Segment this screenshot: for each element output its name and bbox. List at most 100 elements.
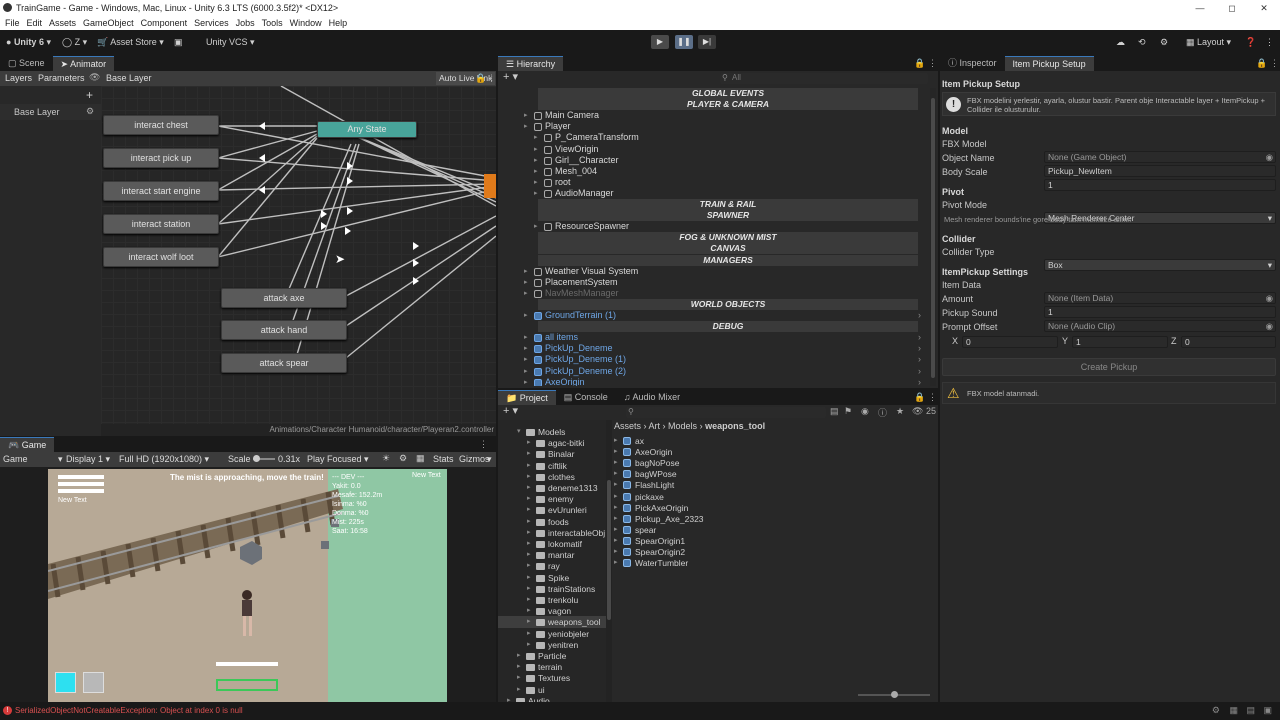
state-interact-start-engine[interactable]: interact start engine xyxy=(103,181,219,201)
asset-store-button[interactable]: 🛒 Asset Store ▾ xyxy=(97,35,164,49)
stats-button[interactable]: Stats xyxy=(433,454,454,464)
folder-expand-icon[interactable]: ▸ xyxy=(527,493,535,505)
hierarchy-item[interactable]: ▸ P_CameraTransform xyxy=(498,132,930,143)
hierarchy-item[interactable]: ▸ AudioManager xyxy=(498,188,930,199)
asset-expand-icon[interactable]: ▸ xyxy=(614,557,622,569)
menu-jobs[interactable]: Jobs xyxy=(236,18,255,28)
folder-item[interactable]: ▸ trenkolu xyxy=(498,594,606,606)
folder-item[interactable]: ▸ weapons_tool xyxy=(498,616,606,629)
crumb-art[interactable]: Art xyxy=(649,421,661,431)
hierarchy-item[interactable]: ▸ Mesh_004 xyxy=(498,166,930,177)
hierarchy-options-icon[interactable]: ⋮ xyxy=(928,58,937,69)
folder-scrollbar[interactable] xyxy=(606,420,612,702)
hierarchy-item[interactable]: ▸ ResourceSpawner xyxy=(498,221,930,232)
chevron-right-icon[interactable]: › xyxy=(918,343,921,354)
step-button[interactable]: ▶| xyxy=(698,35,716,49)
hierarchy-item[interactable]: ▸ PickUp_Deneme (1) › xyxy=(498,354,930,365)
folder-item[interactable]: ▸ mantar xyxy=(498,549,606,561)
crumb-models[interactable]: Models xyxy=(668,421,697,431)
folder-item[interactable]: ▸ trainStations xyxy=(498,583,606,595)
tag-icon[interactable]: ◉ xyxy=(861,406,869,417)
folder-item[interactable]: ▸ vagon xyxy=(498,605,606,617)
gizmos-dropdown-icon[interactable]: ▾ xyxy=(487,454,492,465)
state-interact-pick-up[interactable]: interact pick up xyxy=(103,148,219,168)
chevron-right-icon[interactable]: › xyxy=(918,332,921,343)
expand-arrow-icon[interactable]: ▸ xyxy=(534,188,542,199)
folder-item[interactable]: ▸ deneme1313 xyxy=(498,482,606,494)
folder-expand-icon[interactable]: ▸ xyxy=(527,471,535,483)
folder-expand-icon[interactable]: ▸ xyxy=(527,572,535,584)
expand-arrow-icon[interactable]: ▸ xyxy=(524,343,532,354)
play-button[interactable]: ▶ xyxy=(651,35,669,49)
expand-arrow-icon[interactable]: ▸ xyxy=(534,166,542,177)
gizmos-button[interactable]: Gizmos xyxy=(459,454,490,464)
hierarchy-group-header[interactable]: WORLD OBJECTS xyxy=(538,298,918,310)
hierarchy-group-header[interactable]: TRAIN & RAIL xyxy=(538,199,918,210)
minimize-button[interactable]: — xyxy=(1184,0,1216,16)
folder-expand-icon[interactable]: ▾ xyxy=(517,426,525,438)
options-icon[interactable]: ⋮ xyxy=(487,73,496,84)
menu-window[interactable]: Window xyxy=(290,18,322,28)
hierarchy-group-header[interactable]: MANAGERS xyxy=(538,254,918,266)
folder-expand-icon[interactable]: ▸ xyxy=(507,695,515,702)
folder-item[interactable]: ▸ Binalar xyxy=(498,448,606,460)
animator-graph[interactable]: Any State interact chest interact pick u… xyxy=(101,86,496,426)
chevron-right-icon[interactable]: › xyxy=(918,377,921,386)
folder-item[interactable]: ▸ Textures xyxy=(498,672,606,684)
cloud-icon[interactable]: ☁ xyxy=(1116,35,1125,49)
hierarchy-item[interactable]: ▸ PickUp_Deneme (2) › xyxy=(498,366,930,377)
display-dropdown[interactable]: Display 1 ▾ xyxy=(66,454,110,465)
tab-scene[interactable]: ▢ Scene xyxy=(0,56,53,71)
icon-size-slider-thumb[interactable] xyxy=(891,691,898,698)
settings-icon[interactable]: ⚙ xyxy=(1160,35,1168,49)
expand-arrow-icon[interactable]: ▸ xyxy=(524,366,532,377)
user-button[interactable]: ◯ Z ▾ xyxy=(62,35,87,49)
hierarchy-group-header[interactable]: CANVAS xyxy=(538,243,918,255)
folder-expand-icon[interactable]: ▸ xyxy=(517,650,525,662)
hierarchy-item[interactable]: ▸ PickUp_Deneme › xyxy=(498,343,930,354)
resolution-dropdown[interactable]: Full HD (1920x1080) ▾ xyxy=(119,454,209,465)
folder-item[interactable]: ▸ ciftlik xyxy=(498,460,606,472)
expand-arrow-icon[interactable]: ▸ xyxy=(524,310,532,321)
expand-arrow-icon[interactable]: ▸ xyxy=(534,155,542,166)
menu-gameobject[interactable]: GameObject xyxy=(83,18,134,28)
hierarchy-scrollbar[interactable] xyxy=(930,88,936,386)
folder-item[interactable]: ▸ yeniobjeler xyxy=(498,628,606,640)
play-focused-dropdown[interactable]: Play Focused ▾ xyxy=(307,454,369,465)
crumb-assets[interactable]: Assets xyxy=(614,421,641,431)
folder-expand-icon[interactable]: ▸ xyxy=(527,482,535,494)
expand-arrow-icon[interactable]: ▸ xyxy=(524,121,532,132)
offset-z-field[interactable]: 0 xyxy=(1181,336,1276,348)
expand-arrow-icon[interactable]: ▸ xyxy=(524,288,532,299)
inventory-slot-1[interactable] xyxy=(55,672,76,693)
inspector-lock-icon[interactable]: 🔒 xyxy=(1256,58,1267,69)
hierarchy-item[interactable]: ▸ root xyxy=(498,177,930,188)
folder-expand-icon[interactable]: ▸ xyxy=(527,560,535,572)
parameters-tab[interactable]: Parameters xyxy=(38,73,85,83)
folder-item[interactable]: ▸ lokomatif xyxy=(498,538,606,550)
crumb-weapons-tool[interactable]: weapons_tool xyxy=(705,421,765,431)
menu-edit[interactable]: Edit xyxy=(27,18,43,28)
tab-hierarchy[interactable]: ☰ Hierarchy xyxy=(498,56,564,71)
hierarchy-item[interactable]: ▸ AxeOrigin › xyxy=(498,377,930,386)
aspect-icon[interactable]: ▦ xyxy=(416,453,425,464)
folder-item[interactable]: ▸ terrain xyxy=(498,661,606,673)
folder-expand-icon[interactable]: ▸ xyxy=(527,437,535,449)
project-add-button[interactable]: + ▾ xyxy=(503,404,518,417)
hierarchy-item[interactable]: ▸ all items › xyxy=(498,332,930,343)
hierarchy-lock-icon[interactable]: 🔒 xyxy=(914,58,925,69)
state-interact-chest[interactable]: interact chest xyxy=(103,115,219,135)
folder-item[interactable]: ▸ interactableObj xyxy=(498,527,606,539)
folder-expand-icon[interactable]: ▸ xyxy=(527,527,535,539)
favorite-icon[interactable]: ★ xyxy=(896,406,904,417)
folder-expand-icon[interactable]: ▸ xyxy=(527,594,535,606)
body-scale-field[interactable]: 1 xyxy=(1044,179,1276,191)
state-interact-station[interactable]: interact station xyxy=(103,214,219,234)
hierarchy-item[interactable]: ▸ Main Camera xyxy=(498,110,930,121)
hierarchy-group-header[interactable]: FOG & UNKNOWN MIST xyxy=(538,232,918,244)
hierarchy-item[interactable]: ▸ Girl__Character xyxy=(498,155,930,166)
tab-project[interactable]: 📁 Project xyxy=(498,390,556,405)
menu-services[interactable]: Services xyxy=(194,18,229,28)
filter-type-icon[interactable]: ▤ xyxy=(830,406,839,417)
state-attack-hand[interactable]: attack hand xyxy=(221,320,347,340)
